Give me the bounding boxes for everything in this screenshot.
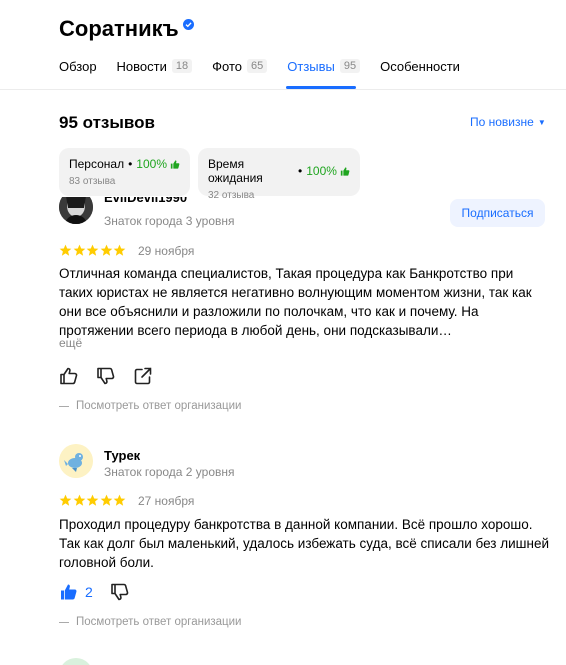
aspect-name: Персонал (69, 157, 125, 171)
tabs-bar: Обзор Новости 18 Фото 65 Отзывы 95 Особе… (59, 57, 474, 75)
org-title: Соратникъ (59, 16, 194, 42)
review-author[interactable]: EvilDevil1990 (104, 197, 187, 205)
subscribe-button[interactable]: Подписаться (450, 199, 545, 227)
avatar[interactable] (59, 444, 93, 478)
tab-count: 18 (171, 59, 193, 73)
star-icon (86, 494, 99, 506)
star-icon (86, 244, 99, 256)
tab-photos[interactable]: Фото 65 (212, 57, 268, 75)
dash-divider (59, 405, 69, 407)
thumbs-up-outline-icon (60, 367, 78, 385)
author-level: Знаток города 2 уровня (104, 465, 235, 479)
next-review-avatar (59, 658, 93, 665)
star-icon (100, 244, 112, 256)
review-author[interactable]: Турек (104, 448, 140, 463)
aspect-name: Время ожидания (208, 157, 263, 185)
sort-label: По новизне (470, 115, 534, 129)
review-actions (59, 366, 170, 386)
dash-divider (59, 621, 69, 623)
review-text: Отличная команда специалистов, Такая про… (59, 266, 532, 338)
tab-count: 95 (339, 59, 361, 73)
star-icon (100, 494, 112, 506)
share-icon (134, 367, 152, 385)
aspect-chip-waiting[interactable]: Время ожидания • 100% 32 отзыва (198, 148, 360, 201)
reviews-count-title: 95 отзывов (59, 113, 155, 132)
share-button[interactable] (133, 366, 153, 386)
tab-label: Особенности (380, 58, 460, 74)
review-date: 27 ноября (138, 494, 195, 508)
view-org-answer-link[interactable]: Посмотреть ответ организации (59, 400, 241, 412)
thumbs-down-outline-icon (97, 367, 115, 385)
avatar-image (59, 444, 93, 478)
review-card: Турек Знаток города 2 уровня 27 ноября П… (59, 444, 549, 634)
tab-reviews[interactable]: Отзывы 95 (287, 57, 361, 75)
tab-label: Фото (212, 58, 242, 74)
likes-count: 2 (85, 584, 93, 600)
star-icon (59, 494, 72, 506)
org-header: Соратникъ Обзор Новости 18 Фото 65 Отзыв… (0, 0, 566, 90)
tab-overview[interactable]: Обзор (59, 57, 97, 75)
aspect-percent: 100% (136, 157, 167, 171)
verified-badge-icon (182, 18, 194, 30)
thumbs-up-icon (340, 166, 350, 176)
view-org-answer-link[interactable]: Посмотреть ответ организации (59, 616, 241, 628)
chevron-down-icon: ▼ (537, 117, 546, 127)
star-icon (59, 244, 72, 256)
thumbs-up-filled-icon (61, 584, 77, 600)
review-date: 29 ноября (138, 244, 195, 258)
thumbs-up-icon (170, 159, 180, 169)
star-icon (113, 494, 126, 506)
read-more-link[interactable]: ещё (59, 336, 82, 350)
star-icon (73, 494, 85, 506)
aspect-percent: 100% (306, 164, 337, 178)
aspects-row: Персонал • 100% 83 отзыва Время ожидания… (59, 148, 368, 201)
separator-dot: • (298, 164, 303, 178)
tab-features[interactable]: Особенности (380, 57, 460, 75)
org-name: Соратникъ (59, 16, 179, 41)
aspect-reviews-count: 83 отзыва (69, 176, 116, 187)
thumbs-down-outline-icon (110, 583, 129, 601)
tab-news[interactable]: Новости 18 (117, 57, 193, 75)
rating-stars (59, 244, 127, 257)
tab-count: 65 (247, 59, 268, 73)
review-card: EvilDevil1990 Знаток города 3 уровня Под… (59, 197, 549, 424)
star-icon (113, 244, 126, 256)
org-answer-label: Посмотреть ответ организации (76, 616, 242, 628)
like-button[interactable] (59, 366, 79, 386)
tab-label: Обзор (59, 58, 97, 74)
dislike-button[interactable] (96, 366, 116, 386)
tab-label: Отзывы (287, 58, 335, 74)
rating-stars (59, 494, 127, 507)
review-text: Проходил процедуру банкротства в данной … (59, 517, 549, 570)
avatar[interactable] (59, 197, 93, 224)
org-answer-label: Посмотреть ответ организации (76, 400, 242, 412)
active-tab-indicator (286, 86, 356, 89)
dislike-button[interactable] (110, 582, 130, 602)
sort-dropdown[interactable]: По новизне ▼ (470, 115, 546, 129)
tab-label: Новости (116, 58, 167, 74)
review-actions: 2 (59, 582, 147, 602)
aspect-chip-staff[interactable]: Персонал • 100% 83 отзыва (59, 148, 190, 196)
avatar-image (59, 197, 93, 224)
star-icon (73, 244, 85, 256)
author-level: Знаток города 3 уровня (104, 214, 235, 228)
separator-dot: • (128, 157, 133, 171)
like-button[interactable]: 2 (59, 582, 93, 602)
